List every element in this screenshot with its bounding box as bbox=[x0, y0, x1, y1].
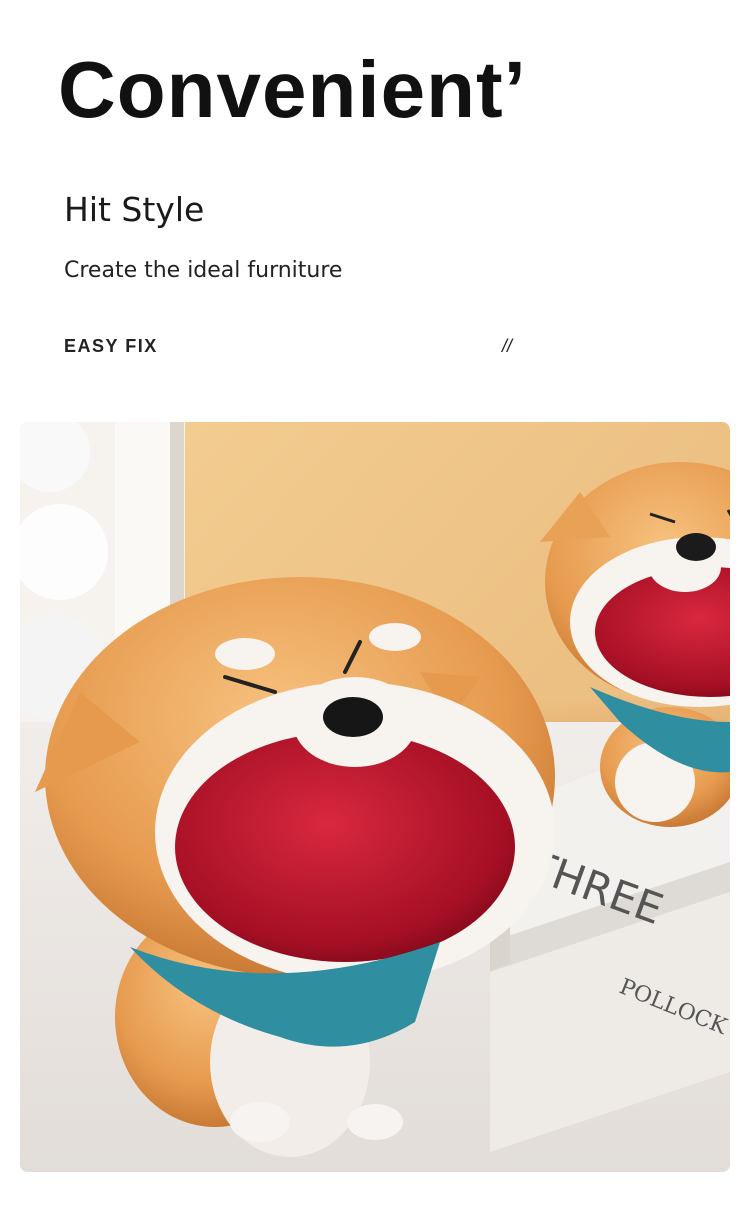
bowl-mouth bbox=[175, 732, 515, 962]
nose bbox=[323, 697, 383, 737]
subhead: Hit Style bbox=[64, 190, 205, 229]
tagline: Create the ideal furniture bbox=[64, 258, 343, 283]
feature-label: EASY FIX bbox=[64, 336, 158, 356]
headline: Convenient’ bbox=[58, 45, 527, 134]
divider-mark: // bbox=[502, 336, 513, 356]
product-photo: THREE POLLOCK bbox=[20, 422, 730, 1172]
product-photo-illustration: THREE POLLOCK bbox=[20, 422, 730, 1172]
